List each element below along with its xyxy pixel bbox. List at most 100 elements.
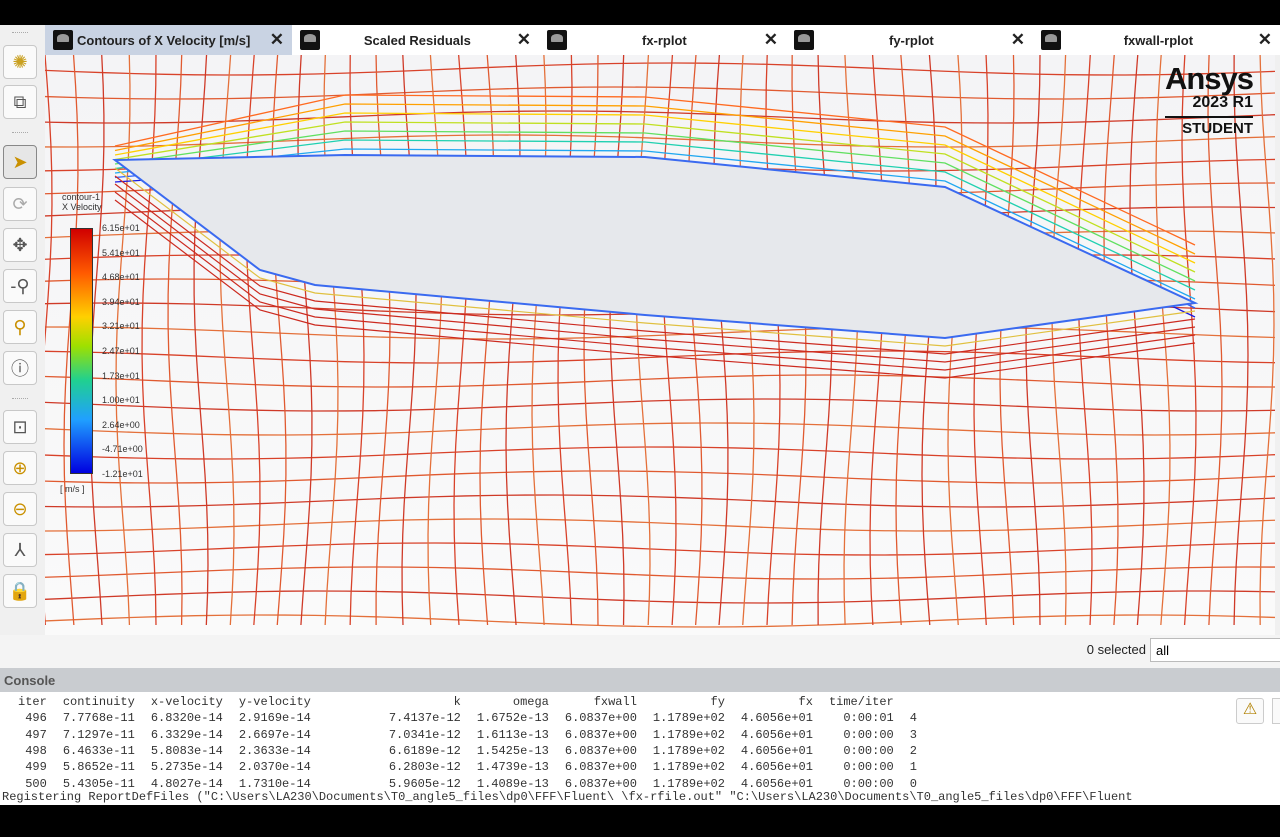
table-cell: 7.4137e-12 xyxy=(388,711,461,726)
legend-unit: [ m/s ] xyxy=(60,484,85,494)
mesh-line xyxy=(1207,55,1223,626)
table-cell: 1.5425e-13 xyxy=(476,744,549,759)
mesh-line xyxy=(45,542,1275,556)
mesh-line xyxy=(1051,55,1067,626)
lock-button[interactable]: 🔒 xyxy=(3,574,37,608)
mesh-line xyxy=(1077,55,1093,626)
legend-tick-label: 2.64e+00 xyxy=(102,419,140,430)
warning-button[interactable]: ⚠ xyxy=(1236,698,1264,724)
mesh-line xyxy=(1259,55,1275,626)
close-icon[interactable]: ✕ xyxy=(270,30,284,50)
table-cell: 6.2803e-12 xyxy=(388,760,461,775)
mesh-line xyxy=(1025,55,1041,626)
table-cell: 1.6752e-13 xyxy=(476,711,549,726)
table-cell: 5.2735e-14 xyxy=(150,760,223,775)
table-cell: 3 xyxy=(909,727,917,742)
view-cube-button[interactable]: ⧉ xyxy=(3,85,37,119)
select-arrow-icon: ➤ xyxy=(12,151,28,172)
colormap-legend: contour-1 X Velocity 6.15e+01 5.41e+01 4.6… xyxy=(60,192,143,494)
table-cell: 7.0341e-12 xyxy=(388,727,461,742)
toolbar-grip[interactable] xyxy=(12,32,28,35)
pan-icon: ✥ xyxy=(12,234,28,255)
colorbar xyxy=(70,228,93,474)
table-cell: 6.0837e+00 xyxy=(564,711,637,726)
tab-fy-rplot[interactable]: fy-rplot ✕ xyxy=(786,25,1033,55)
display-button[interactable]: ✺ xyxy=(3,45,37,79)
zoom-box-button[interactable]: ⚲ xyxy=(3,310,37,344)
graphics-viewport[interactable]: Ansys 2023 R1 STUDENT contour-1 X Veloci… xyxy=(45,55,1275,635)
table-cell: 6.0837e+00 xyxy=(564,727,637,742)
tab-scaled-residuals[interactable]: Scaled Residuals ✕ xyxy=(292,25,539,55)
probe-button[interactable]: ⓘ xyxy=(3,351,37,385)
table-cell: 2.3633e-14 xyxy=(238,744,311,759)
zoom-in-button[interactable]: ⊕ xyxy=(3,451,37,485)
table-cell: 1.1789e+02 xyxy=(652,760,725,775)
table-cell: 6.0837e+00 xyxy=(564,744,637,759)
fluent-window: Contours of X Velocity [m/s] ✕ Scaled Res… xyxy=(0,25,1280,805)
selection-filter-input[interactable] xyxy=(1150,638,1280,662)
rotate-button[interactable]: ⟳ xyxy=(3,187,37,221)
table-cell: 1.6113e-13 xyxy=(476,727,549,742)
logo-edition: STUDENT xyxy=(1164,116,1253,137)
table-cell: 2.9169e-14 xyxy=(238,711,311,726)
tab-contours-x-velocity[interactable]: Contours of X Velocity [m/s] ✕ xyxy=(45,25,292,55)
table-cell: fxwall xyxy=(593,695,637,710)
graphics-toolbar: ✺ ⧉ ➤ ⟳ ✥ -⚲ ⚲ ⓘ ⊡ ⊕ ⊖ ⅄ 🔒 xyxy=(0,32,40,640)
close-icon[interactable]: ✕ xyxy=(517,30,531,50)
table-cell: 6.0837e+00 xyxy=(564,760,637,775)
legend-variable: X Velocity xyxy=(62,202,102,212)
fit-icon: ⊡ xyxy=(12,416,28,437)
mesh-line xyxy=(141,55,157,626)
zoom-out-button[interactable]: ⊖ xyxy=(3,492,37,526)
graphics-tab-bar: Contours of X Velocity [m/s] ✕ Scaled Res… xyxy=(45,25,1280,55)
display-icon: ✺ xyxy=(12,51,28,72)
zoom-button[interactable]: -⚲ xyxy=(3,269,37,303)
table-cell: 4 xyxy=(909,711,917,726)
table-cell: fx xyxy=(798,695,813,710)
table-cell: 1.4739e-13 xyxy=(476,760,549,775)
table-cell: 0:00:00 xyxy=(843,760,894,775)
graphics-window-icon xyxy=(794,30,814,50)
legend-tick-label: 3.21e+01 xyxy=(102,321,140,332)
table-cell: omega xyxy=(512,695,549,710)
selection-bar: 0 selected xyxy=(0,635,1280,668)
rotate-icon: ⟳ xyxy=(12,193,28,214)
toolbar-grip[interactable] xyxy=(12,398,28,401)
select-button[interactable]: ➤ xyxy=(3,145,37,179)
mesh-line xyxy=(45,55,53,626)
legend-tick-label: -4.71e+00 xyxy=(102,444,143,455)
console-output[interactable]: iter continuity x-velocity y-velocity k omega… xyxy=(0,692,1280,805)
axes-button[interactable]: ⅄ xyxy=(3,533,37,567)
zoom-out-icon: ⊖ xyxy=(12,498,28,519)
tab-fxwall-rplot[interactable]: fxwall-rplot ✕ xyxy=(1033,25,1280,55)
table-row: 498 6.4633e-11 5.8083e-14 2.3633e-14 6.6189e… xyxy=(10,743,925,759)
close-icon[interactable]: ✕ xyxy=(1258,30,1272,50)
close-icon[interactable]: ✕ xyxy=(764,30,778,50)
pan-button[interactable]: ✥ xyxy=(3,228,37,262)
console-side-button[interactable] xyxy=(1272,698,1280,724)
zoom-box-icon: ⚲ xyxy=(13,316,27,337)
tab-label: fx-rplot xyxy=(641,32,687,48)
table-cell: time/iter xyxy=(828,695,894,710)
fit-to-window-button[interactable]: ⊡ xyxy=(3,410,37,444)
table-cell: iter xyxy=(18,695,47,710)
zoom-in-icon: ⊕ xyxy=(12,457,28,478)
table-row: 496 7.7768e-11 6.8320e-14 2.9169e-14 7.4137e… xyxy=(10,710,925,726)
close-icon[interactable]: ✕ xyxy=(1011,30,1025,50)
warning-icon: ⚠ xyxy=(1242,701,1258,719)
table-cell: 4.6056e+01 xyxy=(740,744,813,759)
tab-label: Scaled Residuals xyxy=(363,32,471,48)
table-cell: 4.6056e+01 xyxy=(740,711,813,726)
table-cell: 498 xyxy=(25,744,47,759)
toolbar-grip[interactable] xyxy=(12,132,28,135)
table-cell: 2.6697e-14 xyxy=(238,727,311,742)
mesh-line xyxy=(817,55,833,626)
legend-tick-label: -1.21e+01 xyxy=(102,469,143,479)
table-row: 497 7.1297e-11 6.3329e-14 2.6697e-14 7.0341e… xyxy=(10,727,925,743)
mesh-line xyxy=(45,374,1275,388)
table-cell: 496 xyxy=(25,711,47,726)
graphics-window-icon xyxy=(547,30,567,50)
tab-fx-rplot[interactable]: fx-rplot ✕ xyxy=(539,25,786,55)
mesh-line xyxy=(45,398,1275,412)
mesh-line xyxy=(1233,55,1249,626)
